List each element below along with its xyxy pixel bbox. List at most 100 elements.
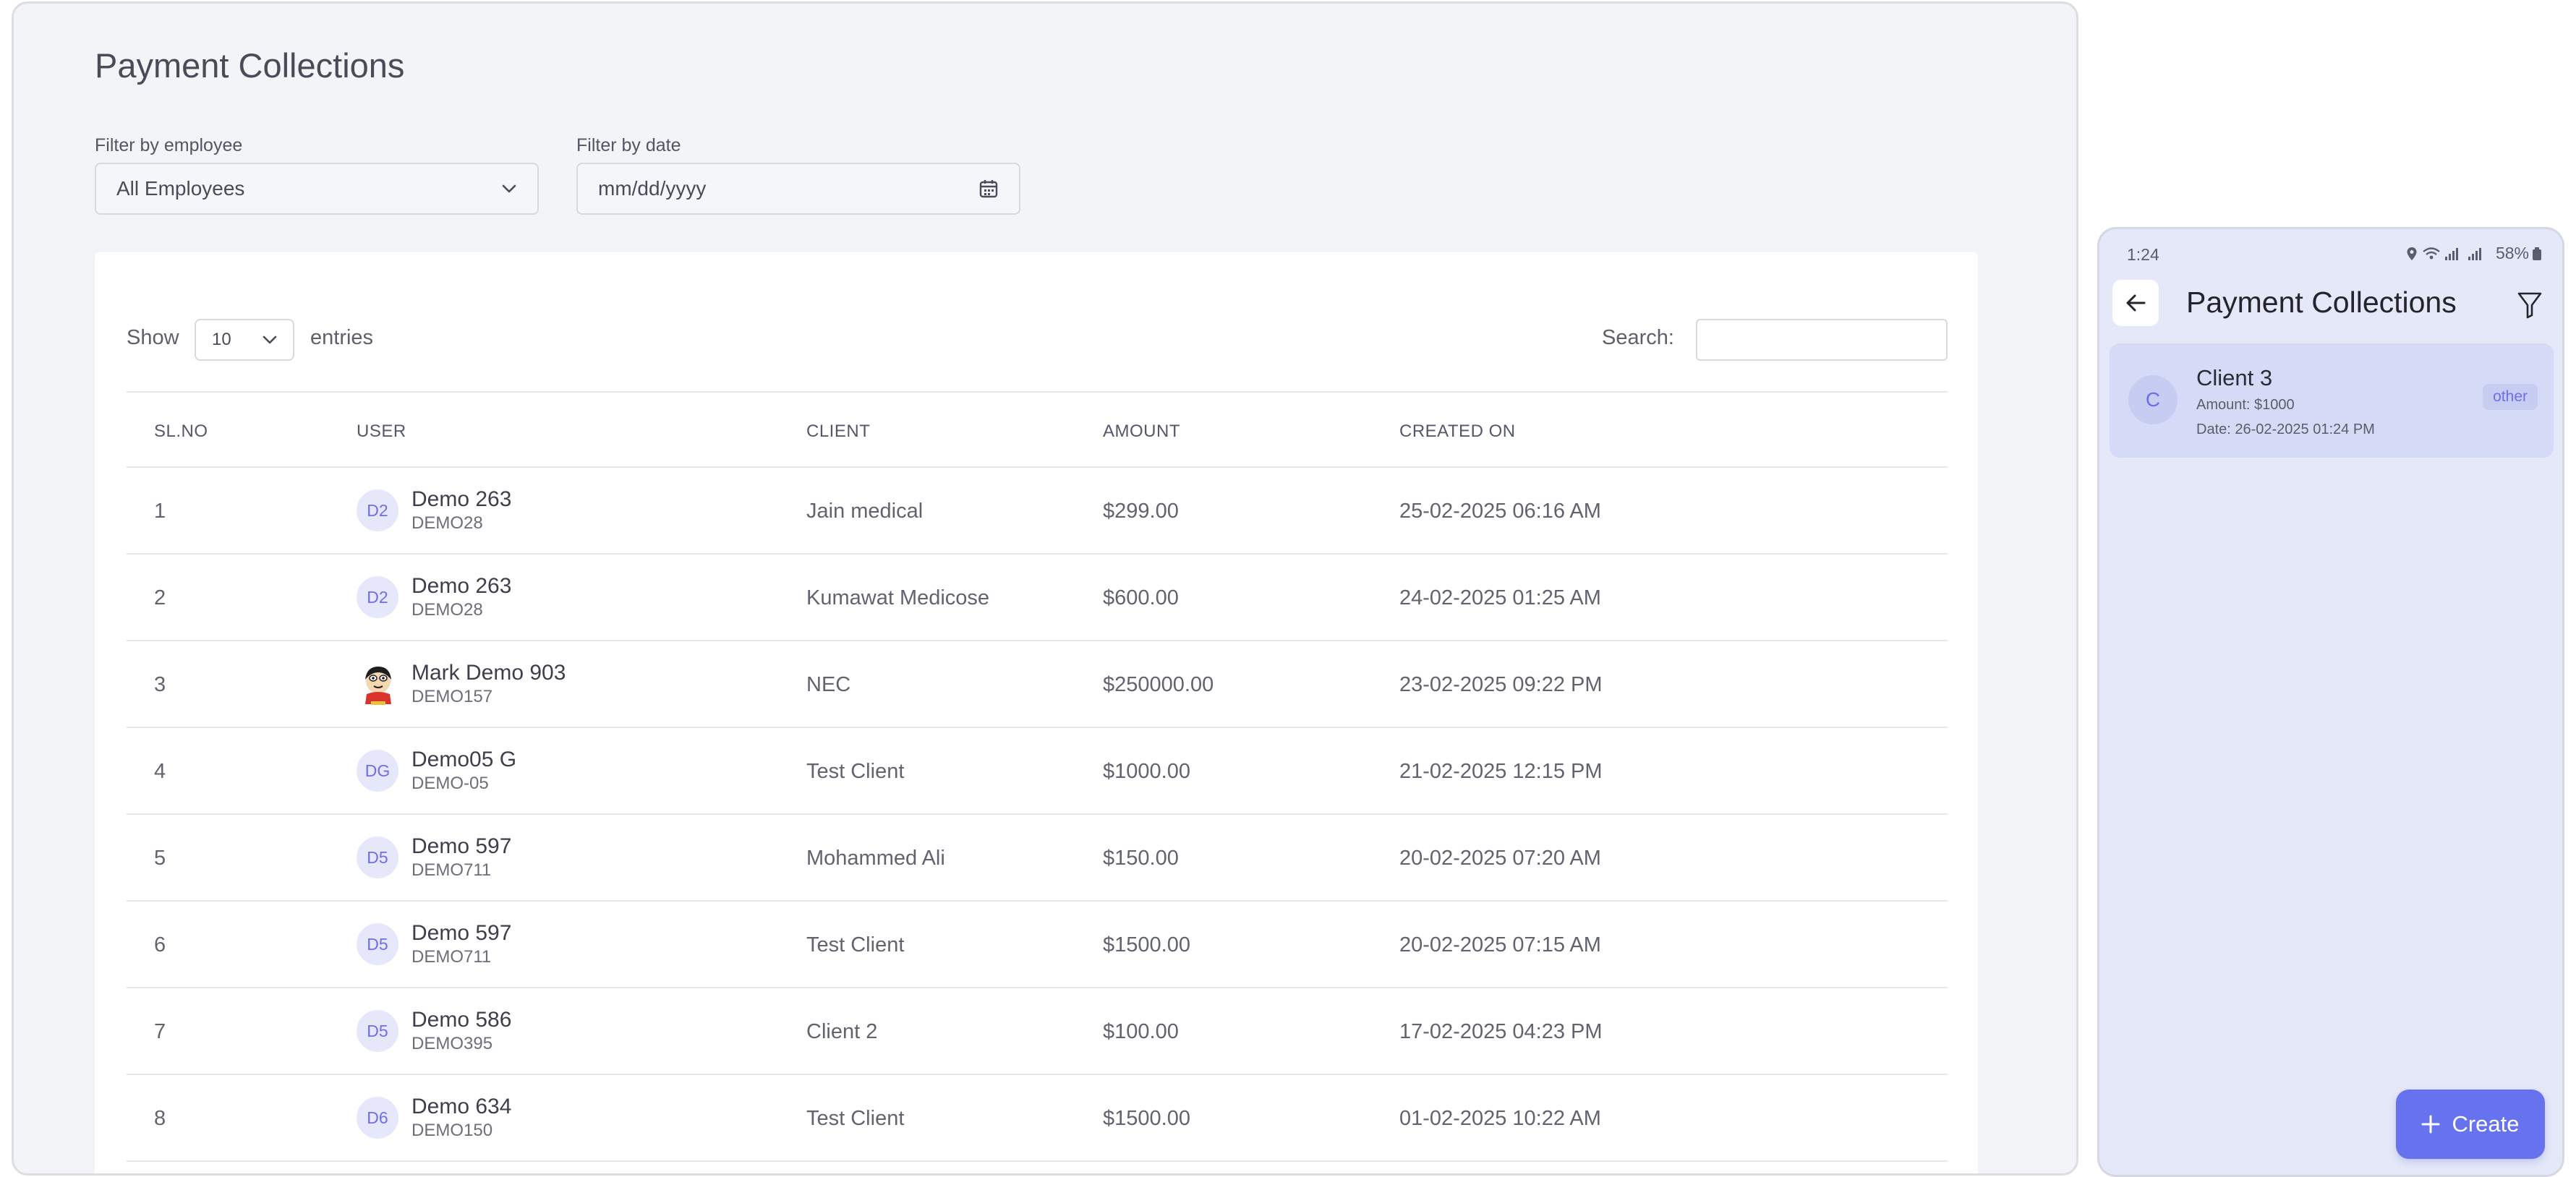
avatar: D5: [357, 1010, 398, 1052]
user-name: Demo 634: [411, 1095, 512, 1118]
cell-user: DG Demo05 G DEMO-05: [357, 747, 516, 795]
avatar: D5: [357, 836, 398, 878]
cell-amount: $1500.00: [1103, 1107, 1190, 1130]
cell-user: D2 Demo 263 DEMO28: [357, 487, 511, 534]
cell-user: D5 Demo 597 DEMO711: [357, 920, 511, 968]
cell-created-on: 23-02-2025 09:22 PM: [1399, 673, 1603, 696]
user-code: DEMO157: [411, 687, 493, 706]
table-row[interactable]: 2 D2 Demo 263 DEMO28 Kumawat Medicose $60…: [127, 555, 1948, 641]
cell-client: Test Client: [806, 933, 905, 956]
table-row[interactable]: 1 D2 Demo 263 DEMO28 Jain medical $299.00…: [127, 468, 1948, 555]
cell-client: NEC: [806, 673, 851, 696]
avatar-image: [365, 667, 391, 705]
user-name: Demo 586: [411, 1008, 512, 1032]
table-row[interactable]: 6 D5 Demo 597 DEMO711 Test Client $1500.0…: [127, 902, 1948, 988]
search-input[interactable]: [1696, 319, 1948, 361]
cell-client: Client 2: [806, 1020, 878, 1043]
cell-sl-no: 1: [154, 500, 166, 523]
page-title: Payment Collections: [95, 46, 405, 85]
avatar: D5: [357, 923, 398, 965]
cell-created-on: 24-02-2025 01:25 AM: [1399, 586, 1601, 609]
cell-sl-no: 8: [154, 1107, 166, 1130]
page-length-value: 10: [212, 330, 231, 349]
collection-card[interactable]: C Client 3 Amount: $1000 Date: 26-02-202…: [2110, 343, 2554, 458]
filter-button[interactable]: [2512, 287, 2548, 323]
chevron-down-icon: [263, 335, 277, 344]
date-filter-input[interactable]: mm/dd/yyyy: [576, 163, 1020, 215]
table-row[interactable]: 8 D6 Demo 634 DEMO150 Test Client $1500.0…: [127, 1075, 1948, 1162]
user-name: Demo 597: [411, 834, 512, 858]
user-code: DEMO150: [411, 1121, 493, 1140]
cell-user: D5 Demo 597 DEMO711: [357, 834, 511, 881]
cell-user: D2 Demo 263 DEMO28: [357, 573, 511, 621]
card-amount: Amount: $1000: [2196, 397, 2295, 413]
employee-filter-select[interactable]: All Employees: [95, 163, 539, 215]
date-filter-placeholder: mm/dd/yyyy: [598, 177, 707, 200]
employee-filter-value: All Employees: [116, 177, 245, 200]
cell-created-on: 20-02-2025 07:15 AM: [1399, 933, 1601, 956]
table-header: SL.NO USER CLIENT AMOUNT CREATED ON: [127, 391, 1948, 468]
plus-icon: [2421, 1115, 2440, 1134]
battery-icon: [2533, 247, 2541, 260]
cell-sl-no: 7: [154, 1020, 166, 1043]
user-code: DEMO28: [411, 600, 483, 620]
cell-amount: $150.00: [1103, 847, 1179, 870]
cell-amount: $299.00: [1103, 500, 1179, 523]
cell-sl-no: 2: [154, 586, 166, 609]
user-code: DEMO395: [411, 1034, 493, 1053]
cell-client: Test Client: [806, 1107, 905, 1130]
chevron-down-icon: [502, 184, 516, 193]
user-name: Demo 263: [411, 574, 512, 598]
page-length-select[interactable]: 10: [195, 319, 294, 361]
filter-date-label: Filter by date: [576, 135, 681, 155]
column-header-user[interactable]: USER: [357, 421, 406, 442]
user-name: Demo05 G: [411, 748, 517, 771]
cell-sl-no: 6: [154, 933, 166, 956]
cell-user: D6 Demo 634 DEMO150: [357, 1094, 511, 1142]
calendar-icon[interactable]: [978, 179, 999, 199]
avatar: D2: [357, 489, 398, 531]
user-code: DEMO-05: [411, 774, 489, 793]
back-button[interactable]: [2112, 280, 2159, 326]
cell-amount: $600.00: [1103, 586, 1179, 609]
cell-client: Kumawat Medicose: [806, 586, 990, 609]
avatar: C: [2128, 375, 2178, 424]
mobile-screen: 1:24 58% Payment Collections C Client 3 …: [2097, 227, 2564, 1177]
table-row[interactable]: 7 D5 Demo 586 DEMO395 Client 2 $100.00 17…: [127, 988, 1948, 1075]
cell-created-on: 01-02-2025 10:22 AM: [1399, 1107, 1601, 1130]
filter-employee-label: Filter by employee: [95, 135, 243, 155]
filter-icon: [2517, 292, 2542, 319]
table-row[interactable]: 3 Mark Demo 903 DEMO157 NEC $250000.00 2…: [127, 641, 1948, 728]
table-row[interactable]: 5 D5 Demo 597 DEMO711 Mohammed Ali $150.0…: [127, 815, 1948, 902]
column-header-created-on[interactable]: CREATED ON: [1399, 421, 1516, 442]
column-header-amount[interactable]: AMOUNT: [1103, 421, 1180, 442]
user-code: DEMO711: [411, 860, 492, 880]
wifi-icon: [2423, 247, 2440, 259]
collections-table-card: Show 10 entries Search: SL.NO USER CLIEN…: [95, 252, 1978, 1173]
column-header-sl-no[interactable]: SL.NO: [154, 421, 208, 442]
user-code: DEMO711: [411, 947, 492, 967]
cell-sl-no: 3: [154, 673, 166, 696]
signal-icon: [2444, 247, 2481, 260]
create-button[interactable]: Create: [2396, 1090, 2545, 1159]
user-name: Demo 263: [411, 487, 512, 511]
table-row[interactable]: 4 DG Demo05 G DEMO-05 Test Client $1000.0…: [127, 728, 1948, 815]
cell-amount: $100.00: [1103, 1020, 1179, 1043]
cell-user: D5 Demo 586 DEMO395: [357, 1007, 511, 1055]
cell-created-on: 20-02-2025 07:20 AM: [1399, 847, 1601, 870]
collections-table: SL.NO USER CLIENT AMOUNT CREATED ON 1 D2…: [127, 391, 1948, 1162]
cell-client: Jain medical: [806, 500, 924, 523]
user-name: Mark Demo 903: [411, 661, 566, 685]
cell-amount: $250000.00: [1103, 673, 1214, 696]
create-button-label: Create: [2452, 1111, 2520, 1137]
user-name: Demo 597: [411, 921, 512, 945]
status-time: 1:24: [2127, 245, 2159, 264]
show-label: Show: [127, 326, 179, 349]
column-header-client[interactable]: CLIENT: [806, 421, 870, 442]
cell-sl-no: 4: [154, 760, 166, 783]
avatar: D2: [357, 576, 398, 618]
status-bar-icons: 58%: [2406, 244, 2542, 263]
cell-amount: $1500.00: [1103, 933, 1190, 956]
status-badge: other: [2483, 384, 2538, 410]
user-code: DEMO28: [411, 513, 483, 533]
